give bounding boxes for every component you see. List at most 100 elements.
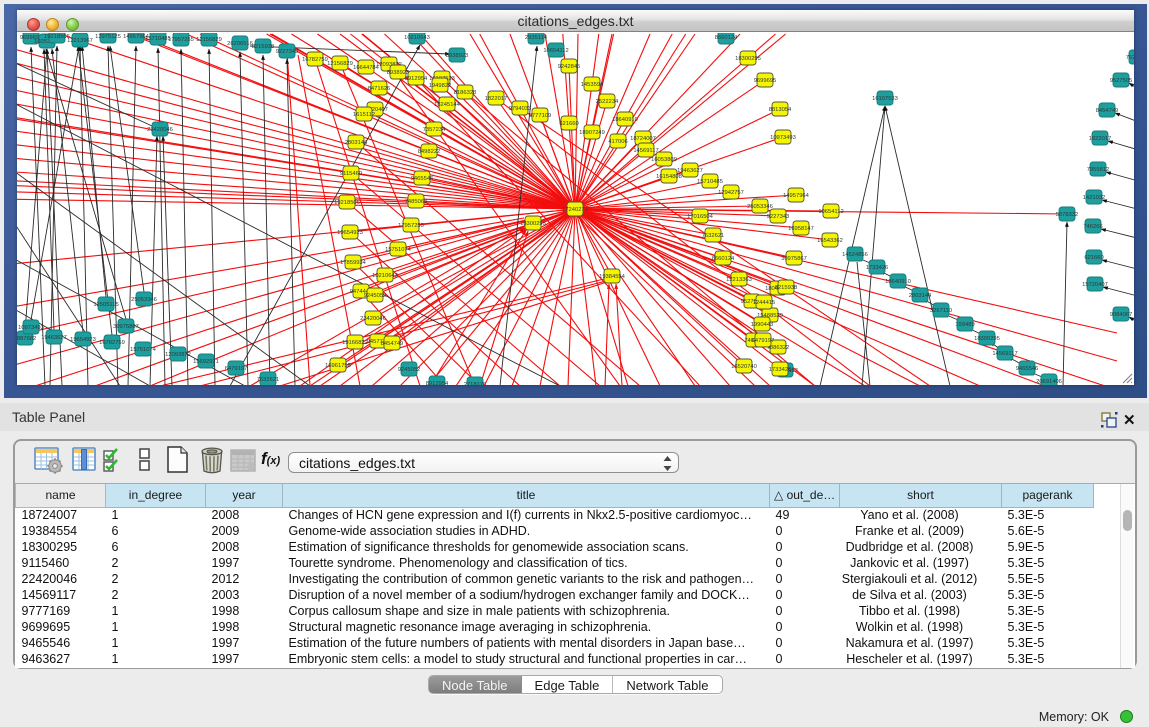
svg-text:19654923: 19654923 [337, 230, 363, 236]
svg-text:7632621: 7632621 [702, 233, 725, 239]
svg-text:30975867: 30975867 [781, 256, 807, 262]
svg-text:15710485: 15710485 [697, 179, 723, 185]
svg-text:15720407: 15720407 [1082, 282, 1108, 288]
svg-text:16961758: 16961758 [325, 363, 351, 369]
svg-text:18245144: 18245144 [434, 102, 461, 108]
svg-text:10654112: 10654112 [818, 209, 843, 215]
svg-text:8498222: 8498222 [418, 149, 441, 155]
svg-text:23420046: 23420046 [147, 127, 173, 133]
svg-text:12213967: 12213967 [67, 38, 93, 44]
svg-text:12505115: 12505115 [93, 302, 118, 308]
svg-text:9245052: 9245052 [364, 293, 387, 299]
svg-text:17240277: 17240277 [562, 207, 588, 213]
svg-text:2803144: 2803144 [909, 293, 932, 299]
svg-text:17016504: 17016504 [687, 214, 714, 220]
svg-text:26206516: 26206516 [227, 41, 253, 47]
svg-text:16958147: 16958147 [788, 226, 814, 232]
svg-text:1949822: 1949822 [429, 83, 452, 89]
svg-text:10973493: 10973493 [18, 325, 44, 331]
svg-text:1615112: 1615112 [353, 112, 375, 118]
svg-text:9794033: 9794033 [509, 106, 532, 112]
svg-text:12942757: 12942757 [718, 190, 744, 196]
svg-text:18300295: 18300295 [735, 56, 761, 62]
svg-text:8912954: 8912954 [426, 381, 449, 385]
svg-text:9227343: 9227343 [767, 214, 790, 220]
svg-text:621660: 621660 [559, 121, 578, 127]
svg-text:8471626: 8471626 [368, 86, 391, 92]
svg-text:14569117: 14569117 [633, 148, 658, 154]
svg-text:1244415: 1244415 [753, 300, 776, 306]
svg-text:20691406: 20691406 [1036, 379, 1062, 385]
svg-text:1822017: 1822017 [1089, 136, 1112, 142]
svg-text:5878332: 5878332 [1056, 212, 1079, 218]
svg-text:2887682: 2887682 [17, 336, 36, 342]
svg-text:16543362: 16543362 [817, 238, 843, 244]
svg-text:8660124: 8660124 [712, 256, 735, 262]
svg-text:17957255: 17957255 [398, 223, 424, 229]
svg-text:15751074: 15751074 [385, 247, 412, 253]
svg-text:19384554: 19384554 [599, 274, 626, 280]
svg-text:16782759: 16782759 [302, 57, 328, 63]
svg-text:9527505: 9527505 [1110, 78, 1133, 84]
svg-text:8186328: 8186328 [454, 90, 477, 96]
svg-text:3267110: 3267110 [930, 308, 952, 314]
svg-text:7485063: 7485063 [405, 199, 428, 205]
svg-text:9245052: 9245052 [398, 367, 421, 373]
svg-text:1990443: 1990443 [751, 322, 774, 328]
svg-text:17859934: 17859934 [340, 260, 367, 266]
svg-text:9465546: 9465546 [411, 176, 434, 182]
svg-text:12975125: 12975125 [95, 34, 121, 40]
svg-text:1453594: 1453594 [581, 82, 604, 88]
svg-text:16154808: 16154808 [656, 174, 682, 180]
svg-text:14957964: 14957964 [783, 193, 810, 199]
svg-text:8912954: 8912954 [405, 76, 428, 82]
svg-text:18640910: 18640910 [885, 279, 911, 285]
svg-text:199489: 199489 [955, 322, 974, 328]
svg-text:19463627: 19463627 [41, 335, 67, 341]
svg-text:9242845: 9242845 [558, 64, 581, 70]
svg-text:2935114: 2935114 [525, 35, 548, 41]
svg-text:12156829: 12156829 [327, 61, 353, 67]
svg-text:16053809: 16053809 [651, 157, 677, 163]
svg-text:8454749: 8454749 [381, 341, 404, 347]
svg-text:8454749: 8454749 [1096, 108, 1119, 114]
svg-text:10210643: 10210643 [404, 35, 430, 41]
svg-text:9777109: 9777109 [529, 113, 552, 119]
svg-text:1421032: 1421032 [1083, 195, 1106, 201]
svg-text:7632621: 7632621 [257, 377, 280, 383]
svg-text:12093872: 12093872 [165, 352, 191, 358]
svg-text:7357234: 7357234 [423, 127, 446, 133]
svg-text:2718176: 2718176 [464, 382, 487, 385]
svg-text:16107533: 16107533 [872, 96, 898, 102]
svg-text:2803144: 2803144 [345, 140, 368, 146]
svg-text:6479197: 6479197 [752, 338, 775, 344]
svg-text:8215938: 8215938 [252, 44, 275, 50]
svg-text:9227343: 9227343 [276, 49, 299, 55]
svg-text:12156829: 12156829 [196, 37, 222, 43]
svg-text:1822017: 1822017 [485, 96, 508, 102]
svg-text:9465546: 9465546 [1016, 366, 1039, 372]
svg-text:12213363: 12213363 [726, 277, 752, 283]
svg-text:7955812: 7955812 [1087, 167, 1110, 173]
svg-text:1733426: 1733426 [769, 367, 792, 373]
svg-text:7625402: 7625402 [1126, 55, 1134, 61]
svg-text:1733426: 1733426 [866, 265, 889, 271]
svg-text:14569117: 14569117 [992, 351, 1017, 357]
svg-text:10654112: 10654112 [543, 48, 568, 54]
svg-text:19218506: 19218506 [334, 200, 360, 206]
svg-text:2522234: 2522234 [596, 99, 619, 105]
svg-text:18300295: 18300295 [974, 336, 1000, 342]
svg-text:8813054: 8813054 [769, 107, 792, 113]
svg-text:25053346: 25053346 [131, 297, 157, 303]
svg-text:6479197: 6479197 [225, 366, 248, 372]
svg-text:16520740: 16520740 [731, 364, 757, 370]
svg-text:18907249: 18907249 [579, 130, 605, 136]
svg-text:25053346: 25053346 [747, 204, 773, 210]
svg-text:19463627: 19463627 [677, 168, 703, 174]
svg-text:18640910: 18640910 [612, 117, 638, 123]
svg-text:10210643: 10210643 [372, 273, 398, 279]
svg-text:10973493: 10973493 [770, 135, 796, 141]
svg-text:19218506: 19218506 [44, 34, 70, 40]
svg-text:23420046: 23420046 [360, 316, 386, 322]
svg-text:8660124: 8660124 [715, 35, 738, 41]
